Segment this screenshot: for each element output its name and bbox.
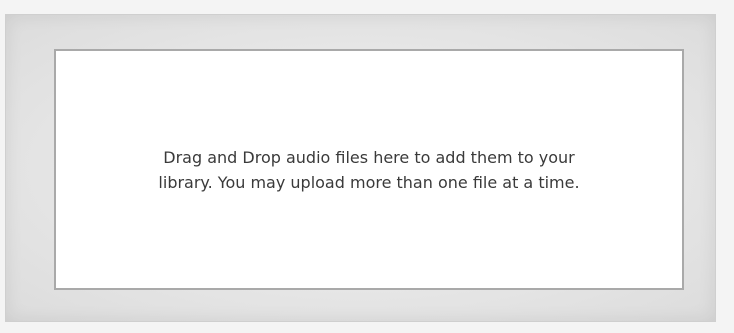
drop-instructions: Drag and Drop audio files here to add th… — [99, 145, 639, 195]
file-drop-zone[interactable]: Drag and Drop audio files here to add th… — [54, 49, 684, 290]
upload-panel: Drag and Drop audio files here to add th… — [5, 14, 716, 322]
drop-instructions-line-1: Drag and Drop audio files here to add th… — [163, 147, 575, 167]
drop-instructions-line-2: library. You may upload more than one fi… — [158, 172, 580, 192]
